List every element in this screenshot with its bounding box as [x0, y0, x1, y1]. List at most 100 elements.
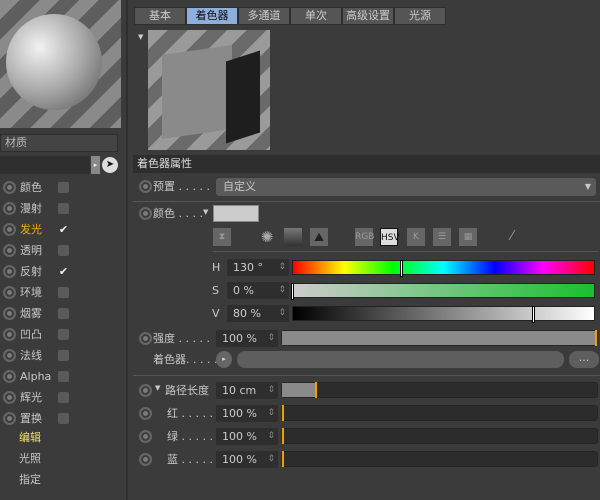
channel-item[interactable]: 反射 ✔: [0, 261, 126, 281]
channel-item[interactable]: 颜色: [0, 177, 126, 197]
channel-item[interactable]: 发光 ✔: [0, 219, 126, 239]
mixer-icon[interactable]: ☰: [433, 228, 451, 246]
red-input[interactable]: 100 %: [216, 405, 278, 422]
saturation-knob[interactable]: [291, 283, 294, 300]
rgb-mode-button[interactable]: RGB: [355, 228, 374, 246]
animate-radio[interactable]: [139, 407, 152, 420]
channel-item[interactable]: 烟雾: [0, 303, 126, 323]
animate-radio[interactable]: [3, 243, 16, 257]
animate-radio[interactable]: [139, 453, 152, 466]
kelvin-mode-button[interactable]: K: [407, 228, 425, 246]
swatches-icon[interactable]: ▦: [459, 228, 477, 246]
path-length-slider[interactable]: [281, 382, 598, 398]
channel-item[interactable]: 漫射: [0, 198, 126, 218]
image-picker-icon[interactable]: ⛰: [310, 228, 328, 246]
animate-radio[interactable]: [3, 411, 16, 425]
channel-checkbox[interactable]: [58, 286, 69, 298]
shader-slot[interactable]: [237, 351, 564, 368]
hue-slider[interactable]: [292, 260, 595, 277]
channel-checkbox[interactable]: [58, 202, 69, 214]
strength-label: 强度 . . . . .: [153, 332, 210, 345]
spectrum-icon[interactable]: ⧗: [213, 228, 231, 246]
blue-row: 蓝 . . . . . 100 %: [133, 451, 600, 469]
animate-radio[interactable]: [139, 180, 152, 193]
shader-arrow-button[interactable]: ▸: [216, 351, 232, 368]
animate-radio[interactable]: [3, 201, 16, 215]
v-label: V: [212, 307, 220, 320]
color-wheel-icon[interactable]: ✺: [258, 228, 276, 246]
blue-input[interactable]: 100 %: [216, 451, 278, 468]
shader-row: 着色器. . . . . ▸ ...: [133, 351, 600, 369]
green-slider[interactable]: [281, 428, 598, 444]
channel-checkbox[interactable]: ✔: [58, 224, 69, 235]
sidebar-item[interactable]: 光照: [19, 449, 41, 469]
preset-dropdown[interactable]: 自定义 ▼: [216, 178, 596, 196]
animate-radio[interactable]: [3, 348, 16, 362]
gradient-icon[interactable]: [284, 228, 302, 246]
channel-item[interactable]: Alpha: [0, 366, 126, 386]
path-length-row: ▼ 路径长度 10 cm: [133, 382, 600, 400]
animate-radio[interactable]: [3, 327, 16, 341]
channel-item[interactable]: 环境: [0, 282, 126, 302]
layer-input[interactable]: [0, 156, 90, 174]
channel-item[interactable]: 透明: [0, 240, 126, 260]
eyedropper-icon[interactable]: ⁄: [503, 228, 521, 246]
channel-item[interactable]: 置换: [0, 408, 126, 428]
animate-radio[interactable]: [139, 207, 152, 220]
green-input[interactable]: 100 %: [216, 428, 278, 445]
color-swatch[interactable]: [213, 205, 259, 222]
material-preview[interactable]: [0, 0, 121, 128]
tab[interactable]: 单次: [290, 7, 342, 25]
path-length-input[interactable]: 10 cm: [216, 382, 278, 399]
animate-radio[interactable]: [3, 285, 16, 299]
hue-input[interactable]: 130 °: [227, 259, 289, 276]
value-slider[interactable]: [292, 306, 595, 323]
pointer-icon[interactable]: ➤: [102, 157, 118, 173]
saturation-input[interactable]: 0 %: [227, 282, 289, 299]
animate-radio[interactable]: [139, 384, 152, 397]
channel-checkbox[interactable]: ✔: [58, 266, 69, 277]
material-name-field[interactable]: 材质: [0, 134, 118, 152]
blue-slider[interactable]: [281, 451, 598, 467]
channel-checkbox[interactable]: [58, 370, 69, 382]
channel-checkbox[interactable]: [58, 307, 69, 319]
channel-checkbox[interactable]: [58, 391, 69, 403]
saturation-slider[interactable]: [291, 283, 595, 300]
strength-slider[interactable]: [281, 330, 598, 346]
channel-checkbox[interactable]: [58, 349, 69, 361]
dropdown-arrow-icon[interactable]: ▼: [203, 208, 208, 216]
tab[interactable]: 高级设置: [342, 7, 394, 25]
tab-bar: 基本 着色器 多通道 单次 高级设置 光源: [134, 7, 446, 25]
animate-radio[interactable]: [3, 306, 16, 320]
strength-input[interactable]: 100 %: [216, 330, 278, 347]
tab[interactable]: 着色器: [186, 7, 238, 25]
hue-knob[interactable]: [399, 260, 403, 277]
animate-radio[interactable]: [3, 222, 16, 236]
channel-checkbox[interactable]: [58, 244, 69, 256]
expand-arrow-icon[interactable]: ▼: [155, 384, 160, 392]
channel-checkbox[interactable]: [58, 412, 69, 424]
channel-item[interactable]: 法线: [0, 345, 126, 365]
hsv-mode-button[interactable]: HSV: [380, 228, 400, 246]
expand-arrow-button[interactable]: ▸: [91, 156, 100, 174]
tab[interactable]: 光源: [394, 7, 446, 25]
shader-more-button[interactable]: ...: [569, 351, 599, 368]
value-input[interactable]: 80 %: [227, 305, 289, 322]
animate-radio[interactable]: [3, 264, 16, 278]
channel-checkbox[interactable]: [58, 181, 69, 193]
channel-item[interactable]: 凹凸: [0, 324, 126, 344]
sidebar-item[interactable]: 指定: [19, 470, 41, 490]
animate-radio[interactable]: [3, 390, 16, 404]
channel-item[interactable]: 辉光: [0, 387, 126, 407]
red-slider[interactable]: [281, 405, 598, 421]
value-knob[interactable]: [531, 306, 535, 323]
animate-radio[interactable]: [139, 430, 152, 443]
collapse-arrow-icon[interactable]: ▼: [138, 33, 143, 41]
tab[interactable]: 多通道: [238, 7, 290, 25]
animate-radio[interactable]: [3, 180, 16, 194]
tab[interactable]: 基本: [134, 7, 186, 25]
animate-radio[interactable]: [3, 369, 16, 383]
sidebar-item[interactable]: 编辑: [19, 428, 41, 448]
channel-checkbox[interactable]: [58, 328, 69, 340]
animate-radio[interactable]: [139, 332, 152, 345]
